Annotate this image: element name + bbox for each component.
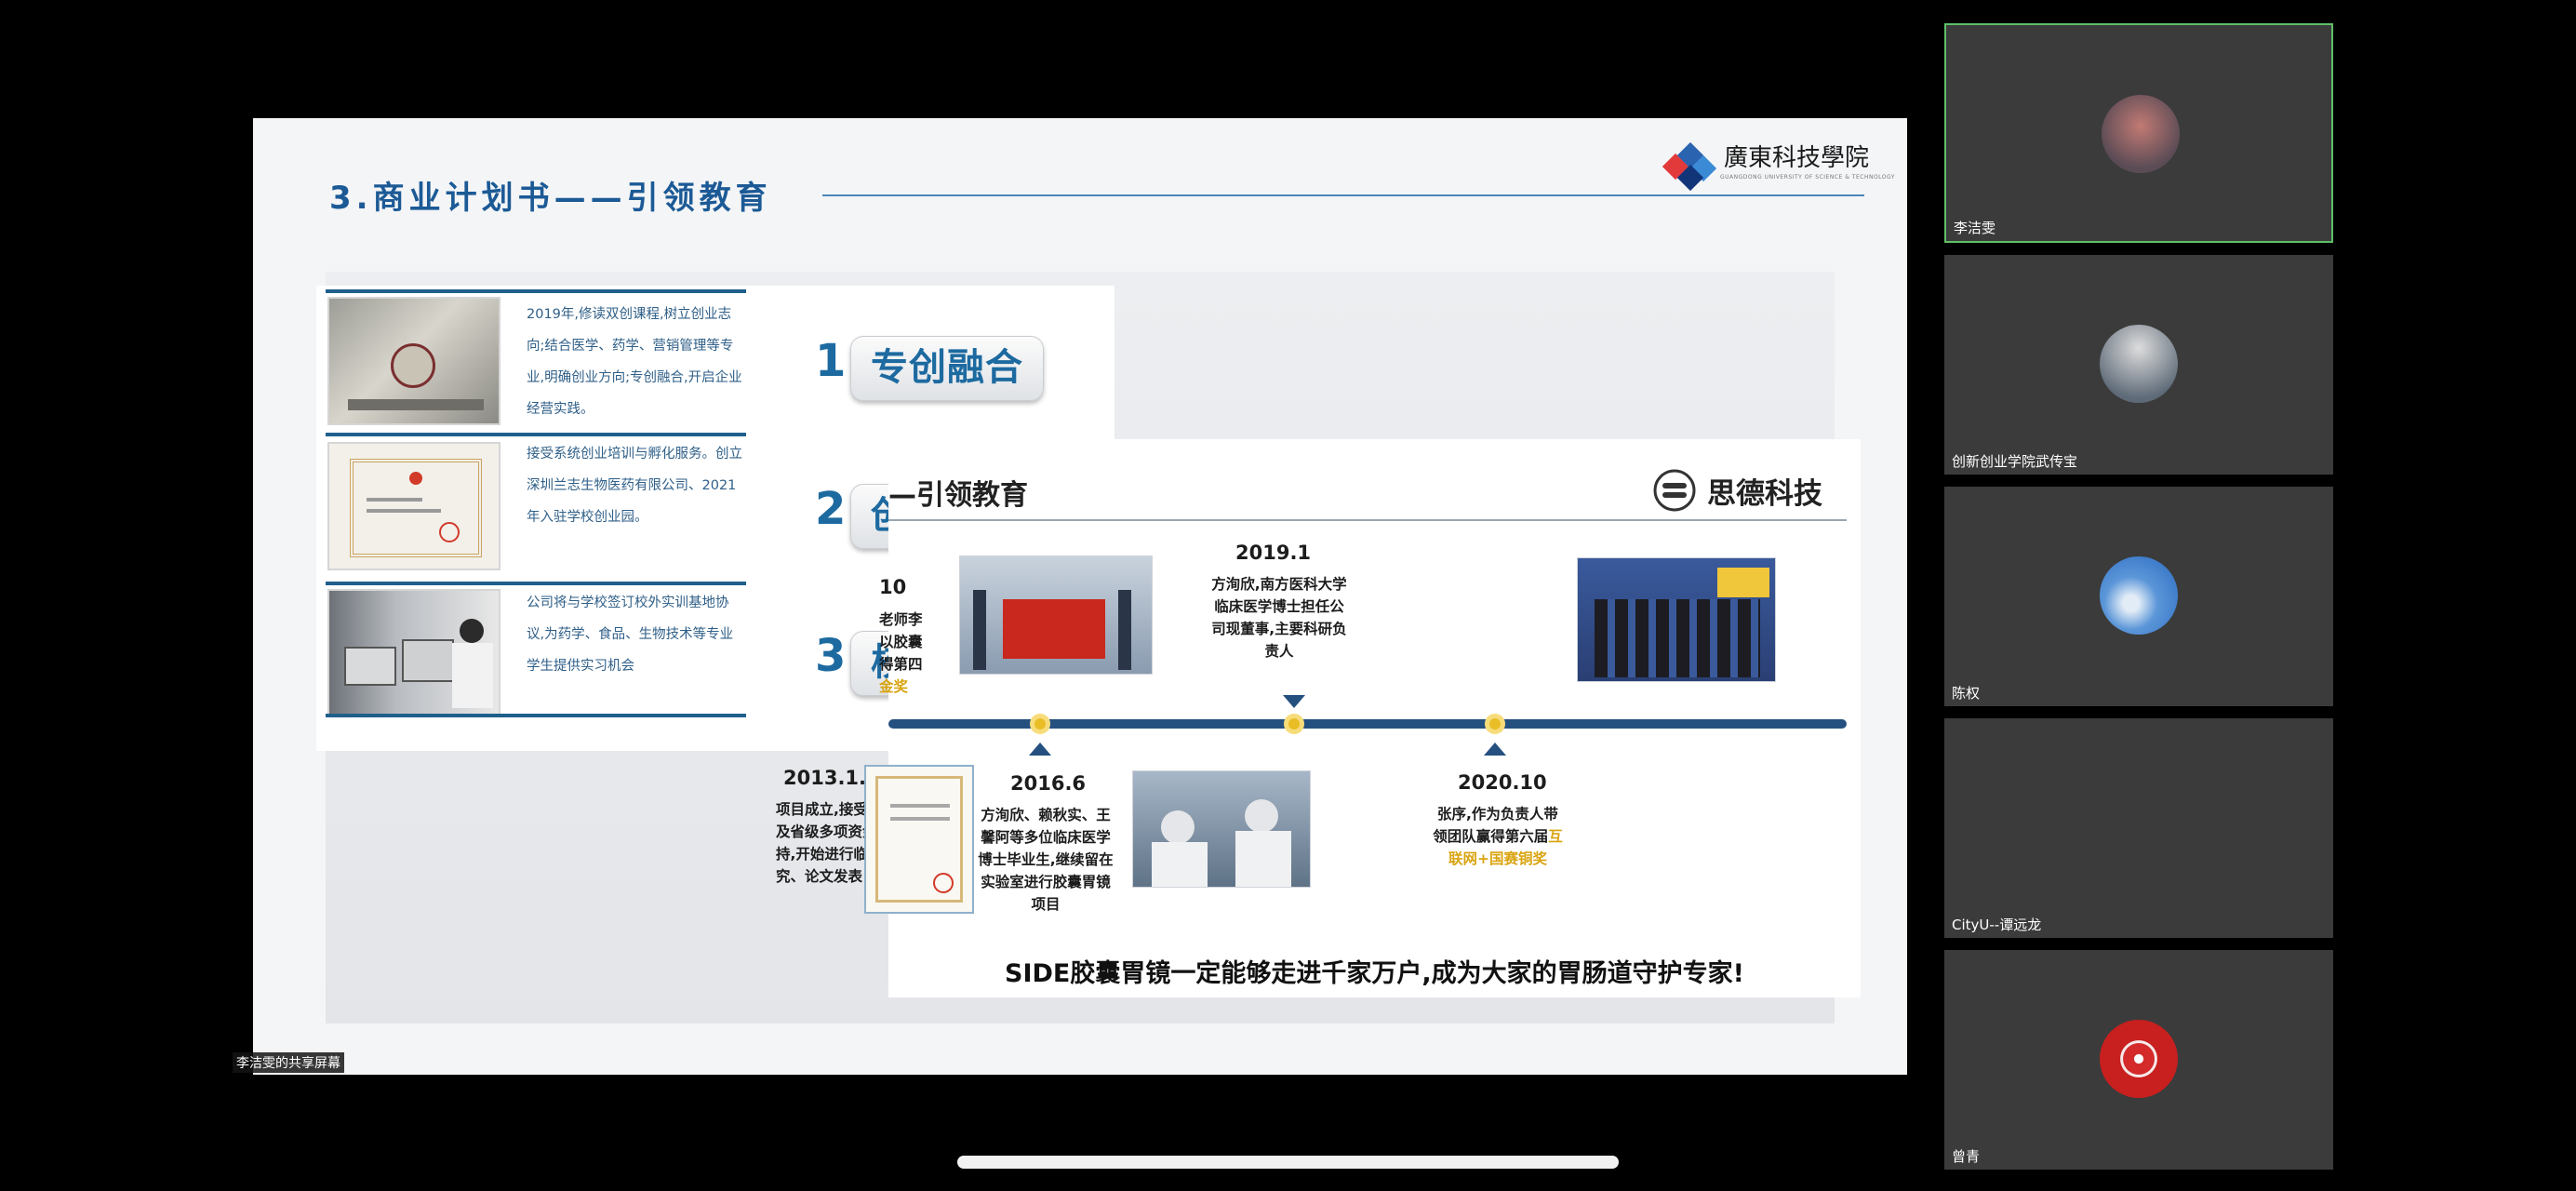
participant-tile[interactable]: 曾青 bbox=[1944, 950, 2333, 1170]
participant-name: 创新创业学院武传宝 bbox=[1952, 453, 2078, 470]
pillar-number: 3 bbox=[815, 630, 847, 682]
row-text: 公司将与学校签订校外实训基地协议,为药学、食品、生物技术等专业学生提供实习机会 bbox=[527, 596, 734, 674]
university-logo: 廣東科技學院 GUANGDONG UNIVERSITY OF SCIENCE &… bbox=[1662, 137, 1896, 192]
pillar-number: 1 bbox=[815, 335, 847, 387]
timeline-event-body: 老师李以胶囊得第四 bbox=[879, 611, 923, 673]
participant-name: CityU--谭远龙 bbox=[1952, 917, 2042, 933]
award-team-photo bbox=[959, 555, 1153, 675]
timeline-event-text: 方洵欣,南方医科大学临床医学博士担任公司现董事,主要科研负责人 bbox=[1211, 576, 1347, 660]
row-text: 2019年,修读双创课程,树立创业志向;结合医学、药学、营销管理等专业,明确创业… bbox=[527, 307, 742, 417]
participant-avatar bbox=[2102, 95, 2180, 173]
timeline-date: 2020.10 bbox=[1458, 771, 1547, 794]
timeline-pointer-up-icon bbox=[1484, 743, 1506, 756]
row-divider bbox=[326, 714, 746, 717]
university-logo-mark-icon bbox=[1662, 141, 1720, 192]
participant-avatar bbox=[2100, 556, 2178, 635]
timeline-panel-title: —引领教育 bbox=[888, 479, 1028, 512]
lab-research-photo bbox=[1132, 770, 1311, 888]
timeline-date: 2016.6 bbox=[1010, 772, 1087, 795]
row-divider bbox=[326, 433, 746, 436]
timeline-panel: —引领教育 思德科技 10 老师李以胶囊得第四金奖 2019.1 方洵欣,南方医… bbox=[776, 439, 1861, 997]
timeline-marker bbox=[1485, 714, 1505, 734]
home-indicator[interactable] bbox=[957, 1156, 1619, 1169]
timeline-date: 2019.1 bbox=[1235, 542, 1312, 564]
timeline-event-body: 张序,作为负责人带领团队赢得第六届 bbox=[1433, 806, 1558, 845]
certificate-image bbox=[864, 765, 974, 914]
participant-tile[interactable]: CityU--谭远龙 bbox=[1944, 718, 2333, 938]
pillar-label: 专创融合 bbox=[850, 336, 1044, 401]
company-brand-name: 思德科技 bbox=[1707, 476, 1822, 511]
timeline-panel-rule bbox=[888, 519, 1847, 521]
practice-base-plaque-image bbox=[327, 297, 501, 425]
timeline-event-text: 老师李以胶囊得第四金奖 bbox=[879, 609, 928, 698]
university-logo-subtitle: GUANGDONG UNIVERSITY OF SCIENCE & TECHNO… bbox=[1720, 173, 1896, 181]
participant-avatar bbox=[2100, 1020, 2178, 1098]
participant-name: 李洁雯 bbox=[1954, 220, 1996, 236]
row-text: 接受系统创业培训与孵化服务。创立深圳兰志生物医药有限公司、2021年入驻学校创业… bbox=[527, 447, 742, 525]
pillar-row: 2019年,修读双创课程,树立创业志向;结合医学、药学、营销管理等专业,明确创业… bbox=[316, 286, 746, 425]
pillar-row: 接受系统创业培训与孵化服务。创立深圳兰志生物医药有限公司、2021年入驻学校创业… bbox=[316, 433, 746, 572]
participant-tile[interactable]: 陈权 bbox=[1944, 487, 2333, 706]
timeline-date: 10 bbox=[879, 576, 907, 598]
timeline-event-text: 张序,作为负责人带领团队赢得第六届互联网+国赛铜奖 bbox=[1433, 803, 1563, 870]
screen-share-label: 李洁雯的共享屏幕 bbox=[233, 1052, 344, 1073]
timeline-marker bbox=[1284, 714, 1304, 734]
ceremony-group-photo bbox=[1577, 557, 1776, 682]
row-divider bbox=[326, 289, 746, 293]
pillar-row: 公司将与学校签订校外实训基地协议,为药学、食品、生物技术等专业学生提供实习机会 bbox=[316, 582, 746, 721]
university-logo-text: 廣東科技學院 bbox=[1724, 143, 1870, 172]
company-logo: 思德科技 bbox=[1653, 469, 1822, 512]
participant-tile[interactable]: 李洁雯 bbox=[1944, 23, 2333, 243]
timeline-event-highlight: 金奖 bbox=[879, 678, 909, 695]
participant-avatar bbox=[2100, 325, 2178, 403]
participant-name: 曾青 bbox=[1952, 1148, 1981, 1165]
timeline-pointer-up-icon bbox=[1029, 743, 1051, 756]
timeline-marker bbox=[1030, 714, 1050, 734]
row-divider bbox=[326, 582, 746, 585]
slide-title: 3.商业计划书——引领教育 bbox=[329, 180, 772, 217]
pillar-number: 2 bbox=[815, 483, 847, 535]
lab-researcher-photo bbox=[327, 589, 501, 717]
participant-name: 陈权 bbox=[1952, 685, 1981, 702]
timeline-pointer-down-icon bbox=[1283, 695, 1305, 708]
business-license-image bbox=[327, 442, 501, 570]
title-rule bbox=[822, 194, 1864, 196]
participant-tile[interactable]: 创新创业学院武传宝 bbox=[1944, 255, 2333, 475]
shared-slide: 3.商业计划书——引领教育 廣東科技學院 GUANGDONG UNIVERSIT… bbox=[253, 118, 1907, 1075]
timeline-event-text: 方洵欣、赖秋实、王馨阿等多位临床医学博士毕业生,继续留在实验室进行胶囊胃镜项目 bbox=[978, 807, 1114, 913]
company-logo-icon bbox=[1653, 469, 1696, 512]
timeline-panel-footer: SIDE胶囊胃镜一定能够走进千家万户,成为大家的胃肠道守护专家! bbox=[1005, 959, 1744, 988]
